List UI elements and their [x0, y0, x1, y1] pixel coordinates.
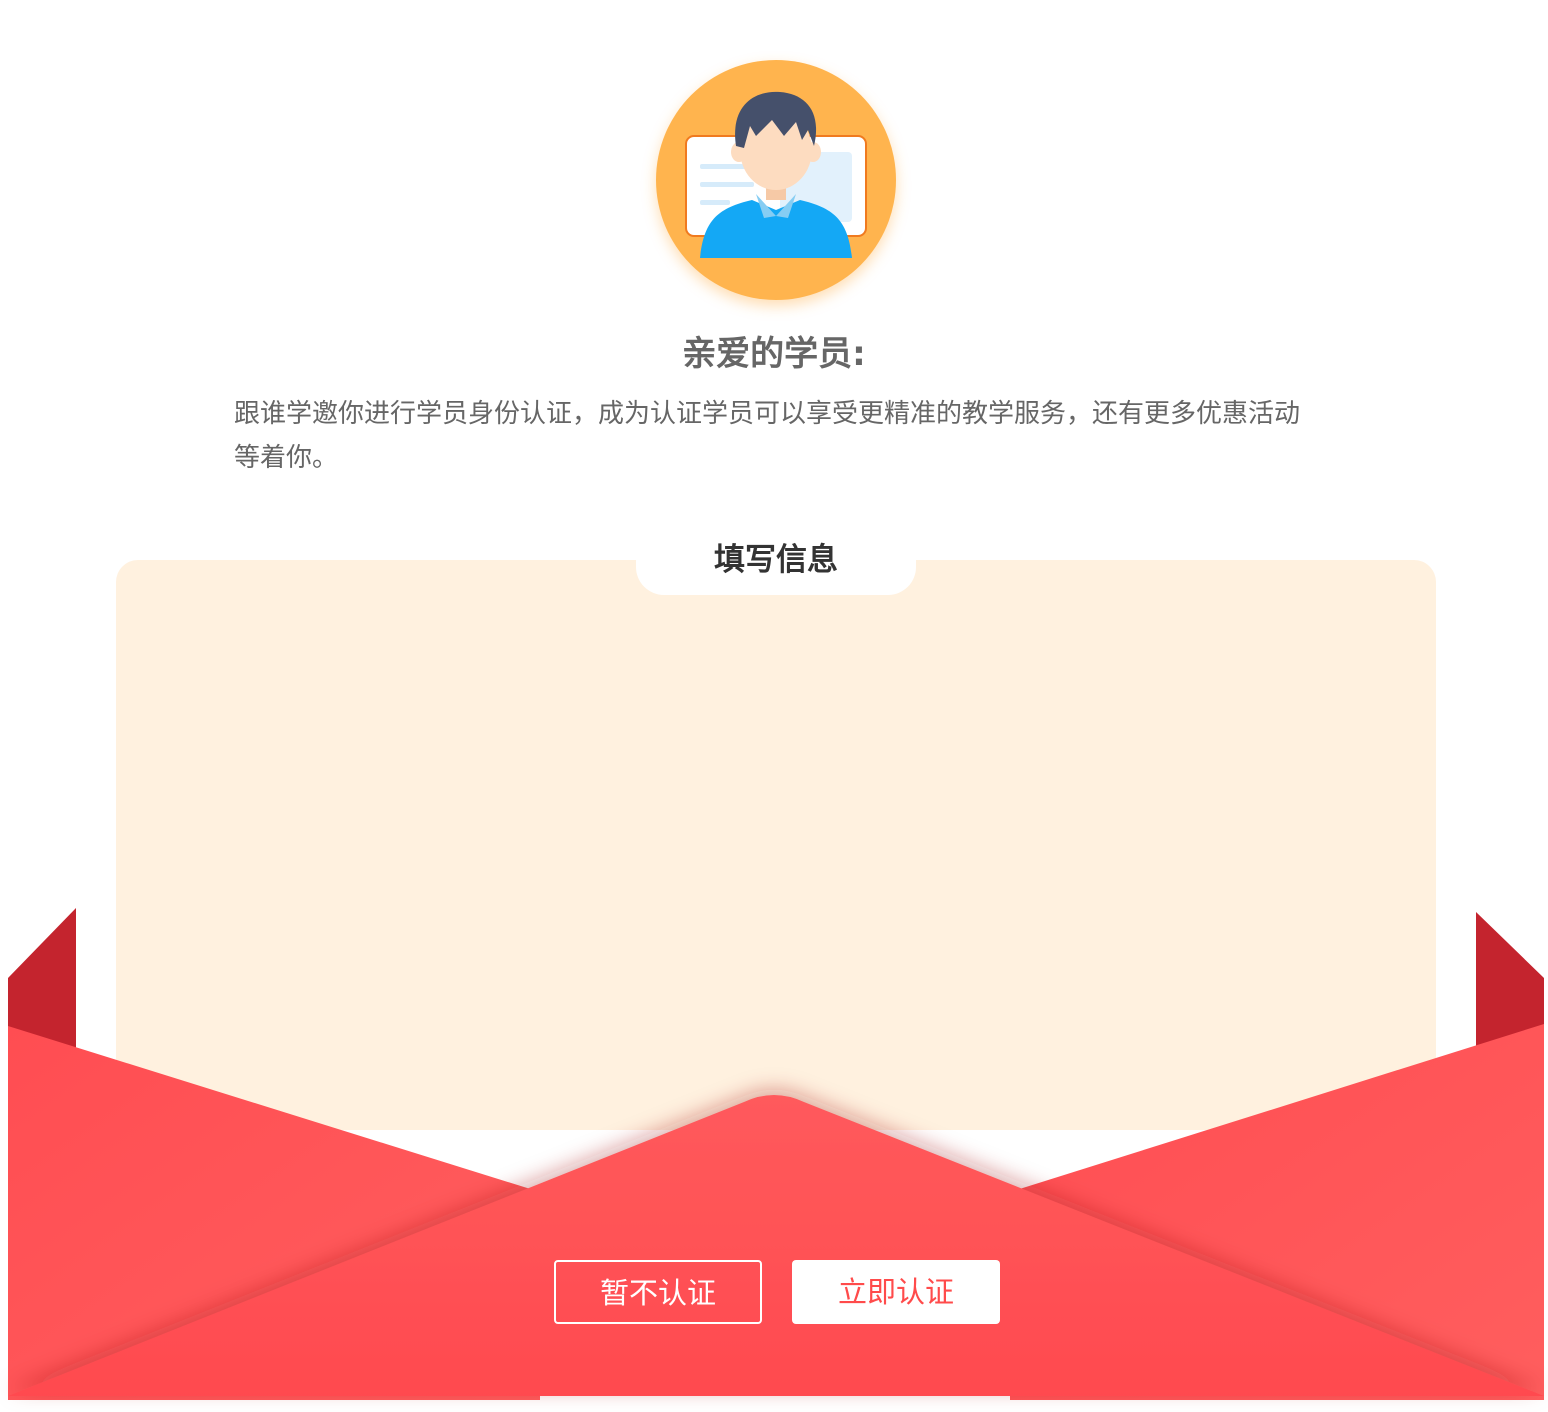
greeting-message: 跟谁学邀你进行学员身份认证，成为认证学员可以享受更精准的教学服务，还有更多优惠活…	[234, 399, 1301, 473]
greeting-title: 亲爱的学员:	[682, 334, 866, 374]
envelope-back-left	[8, 908, 76, 1050]
skip-verification-button[interactable]: 暂不认证	[554, 1260, 762, 1324]
student-avatar-icon	[656, 60, 896, 300]
verify-now-button[interactable]: 立即认证	[792, 1260, 1000, 1324]
avatar-illustration	[685, 91, 867, 258]
form-title-tab: 填写信息	[636, 525, 916, 595]
red-envelope	[8, 908, 1544, 1400]
